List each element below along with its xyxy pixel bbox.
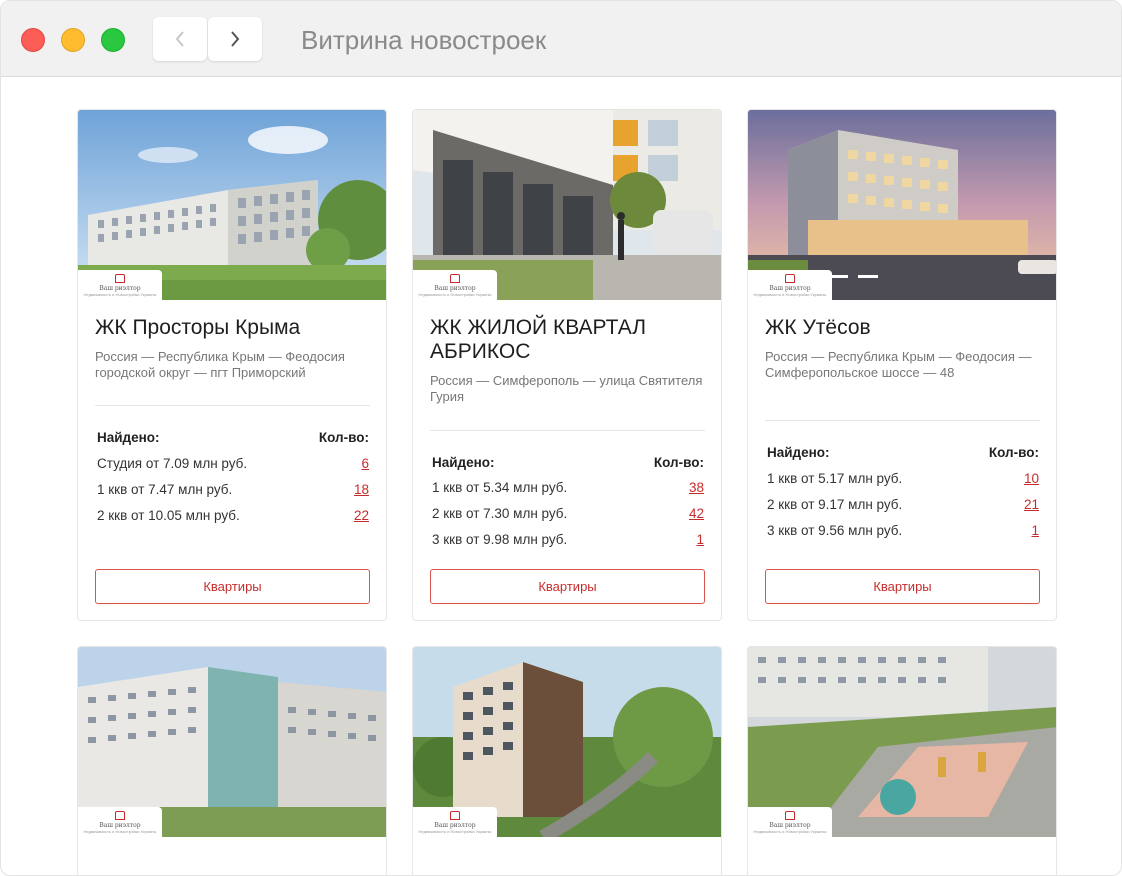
listing-photo[interactable]: Ваш риэлтор Недвижимость и Новостройки Ук… bbox=[748, 647, 1056, 837]
divider bbox=[765, 420, 1040, 421]
table-row: 3 ккв от 9.98 млн руб. 1 bbox=[432, 532, 704, 548]
divider bbox=[95, 405, 370, 406]
qty-header: Кол-во: bbox=[988, 445, 1039, 460]
listing-name[interactable]: ЖК Утёсов bbox=[765, 316, 1045, 340]
minimize-window-button[interactable] bbox=[61, 28, 85, 52]
chevron-right-icon bbox=[231, 31, 240, 47]
count-link[interactable]: 21 bbox=[1024, 497, 1039, 513]
table-row: 3 ккв от 9.56 млн руб. 1 bbox=[767, 523, 1039, 539]
back-button[interactable] bbox=[153, 17, 207, 61]
table-row: 1 ккв от 5.17 млн руб. 10 bbox=[767, 471, 1039, 487]
close-window-button[interactable] bbox=[21, 28, 45, 52]
table-row: 1 ккв от 5.34 млн руб. 38 bbox=[432, 480, 704, 496]
realtor-logo: Ваш риэлтор Недвижимость и Новостройки Ук… bbox=[78, 270, 162, 300]
house-icon bbox=[450, 273, 460, 283]
house-icon bbox=[115, 273, 125, 283]
listing-card[interactable]: Ваш риэлтор Недвижимость и Новостройки Ук… bbox=[77, 109, 387, 621]
title-bar: Витрина новостроек bbox=[1, 1, 1121, 77]
chevron-left-icon bbox=[175, 31, 184, 47]
count-link[interactable]: 6 bbox=[361, 456, 369, 472]
found-header: Найдено: bbox=[432, 455, 495, 470]
count-link[interactable]: 22 bbox=[354, 508, 369, 524]
table-row: 1 ккв от 7.47 млн руб. 18 bbox=[97, 482, 369, 498]
count-link[interactable]: 1 bbox=[1031, 523, 1039, 539]
divider bbox=[430, 430, 705, 431]
zoom-window-button[interactable] bbox=[101, 28, 125, 52]
count-link[interactable]: 18 bbox=[354, 482, 369, 498]
listing-photo[interactable]: Ваш риэлтор Недвижимость и Новостройки Ук… bbox=[413, 110, 721, 300]
listing-photo[interactable]: Ваш риэлтор Недвижимость и Новостройки Ук… bbox=[78, 110, 386, 300]
listing-card[interactable]: Ваш риэлтор Недвижимость и Новостройки Ук… bbox=[412, 109, 722, 621]
found-header: Найдено: bbox=[97, 430, 160, 445]
window-title: Витрина новостроек bbox=[301, 25, 547, 55]
listing-address: Россия — Симферополь — улица Святителя Г… bbox=[430, 373, 703, 404]
listing-photo[interactable]: Ваш риэлтор Недвижимость и Новостройки Ук… bbox=[413, 647, 721, 837]
realtor-logo: Ваш риэлтор Недвижимость и Новостройки Ук… bbox=[413, 807, 497, 837]
listing-photo[interactable]: Ваш риэлтор Недвижимость и Новостройки Ук… bbox=[78, 647, 386, 837]
apartments-button[interactable]: Квартиры bbox=[430, 569, 705, 604]
listing-card[interactable]: Ваш риэлтор Недвижимость и Новостройки Ук… bbox=[77, 646, 387, 875]
qty-header: Кол-во: bbox=[653, 455, 704, 470]
house-icon bbox=[785, 810, 795, 820]
browser-window: Витрина новостроек Ваш риэлтор Недвижимо… bbox=[0, 0, 1122, 876]
count-link[interactable]: 10 bbox=[1024, 471, 1039, 487]
count-link[interactable]: 1 bbox=[696, 532, 704, 548]
house-icon bbox=[785, 273, 795, 283]
count-link[interactable]: 38 bbox=[689, 480, 704, 496]
count-link[interactable]: 42 bbox=[689, 506, 704, 522]
listing-address: Россия — Республика Крым — Феодосия горо… bbox=[95, 349, 345, 380]
found-header: Найдено: bbox=[767, 445, 830, 460]
house-icon bbox=[450, 810, 460, 820]
qty-header: Кол-во: bbox=[318, 430, 369, 445]
listing-card[interactable]: Ваш риэлтор Недвижимость и Новостройки Ук… bbox=[747, 646, 1057, 875]
listing-name[interactable]: ЖК ЖИЛОЙ КВАРТАЛ АБРИКОС bbox=[430, 316, 710, 364]
apartments-button[interactable]: Квартиры bbox=[95, 569, 370, 604]
listing-name[interactable]: ЖК Просторы Крыма bbox=[95, 316, 375, 340]
forward-button[interactable] bbox=[208, 17, 262, 61]
realtor-logo: Ваш риэлтор Недвижимость и Новостройки Ук… bbox=[748, 807, 832, 837]
table-row: 2 ккв от 7.30 млн руб. 42 bbox=[432, 506, 704, 522]
realtor-logo: Ваш риэлтор Недвижимость и Новостройки Ук… bbox=[78, 807, 162, 837]
table-row: Студия от 7.09 млн руб. 6 bbox=[97, 456, 369, 472]
apartments-button[interactable]: Квартиры bbox=[765, 569, 1040, 604]
table-row: 2 ккв от 9.17 млн руб. 21 bbox=[767, 497, 1039, 513]
listing-photo[interactable]: Ваш риэлтор Недвижимость и Новостройки Ук… bbox=[748, 110, 1056, 300]
listing-address: Россия — Республика Крым — Феодосия — Си… bbox=[765, 349, 1032, 380]
listing-card[interactable]: Ваш риэлтор Недвижимость и Новостройки Ук… bbox=[412, 646, 722, 875]
table-row: 2 ккв от 10.05 млн руб. 22 bbox=[97, 508, 369, 524]
listing-card[interactable]: Ваш риэлтор Недвижимость и Новостройки Ук… bbox=[747, 109, 1057, 621]
house-icon bbox=[115, 810, 125, 820]
realtor-logo: Ваш риэлтор Недвижимость и Новостройки Ук… bbox=[748, 270, 832, 300]
realtor-logo: Ваш риэлтор Недвижимость и Новостройки Ук… bbox=[413, 270, 497, 300]
